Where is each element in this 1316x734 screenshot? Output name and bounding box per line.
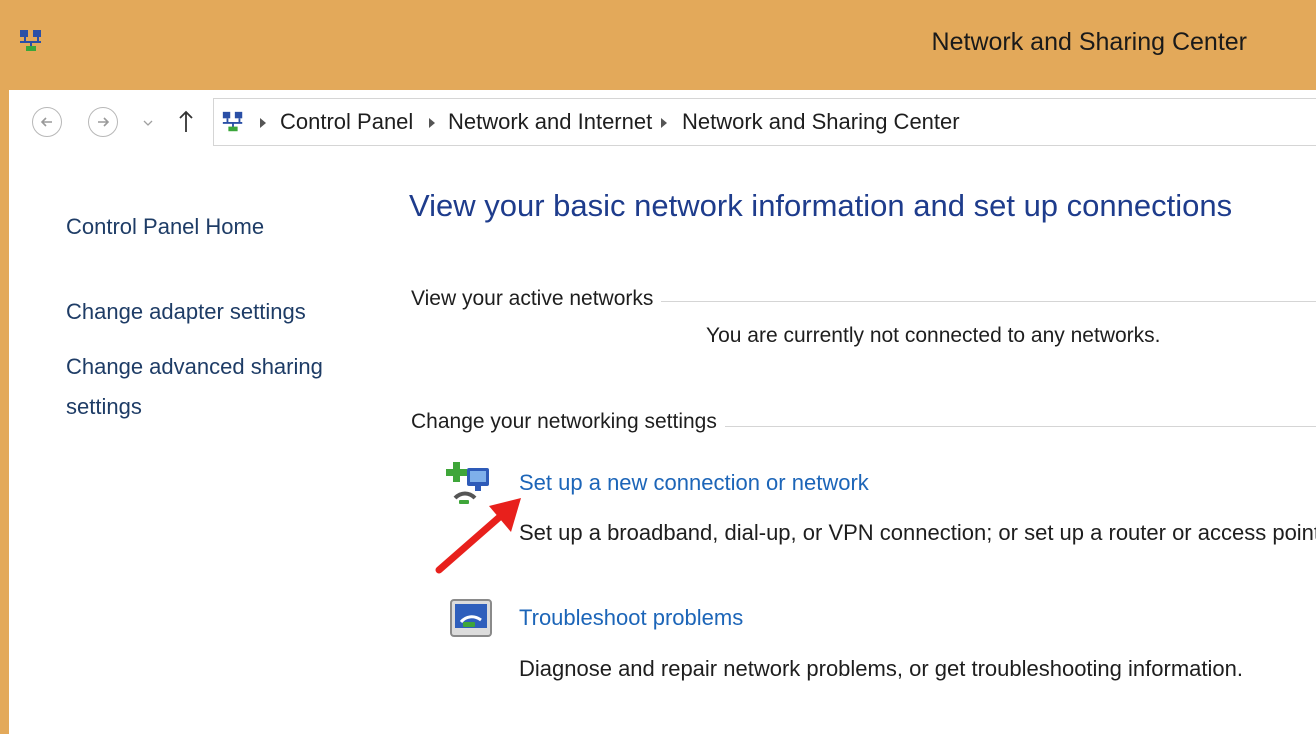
forward-arrow-icon <box>98 117 110 127</box>
back-arrow-icon <box>40 117 52 127</box>
address-field[interactable]: Control Panel Network and Internet Netwo… <box>213 98 1316 146</box>
troubleshoot-problems-description: Diagnose and repair network problems, or… <box>519 656 1243 681</box>
red-arrow-annotation <box>435 498 521 574</box>
breadcrumb-separator-icon[interactable] <box>428 117 436 129</box>
troubleshoot-problems-link[interactable]: Troubleshoot problems <box>519 605 743 631</box>
troubleshoot-icon[interactable] <box>449 598 499 648</box>
active-networks-label: View your active networks <box>411 287 662 311</box>
breadcrumb-control-panel[interactable]: Control Panel <box>280 109 413 135</box>
sidebar-item-control-panel-home[interactable]: Control Panel Home <box>66 210 264 244</box>
forward-button[interactable] <box>88 107 118 137</box>
set-up-new-connection-link[interactable]: Set up a new connection or network <box>519 470 869 496</box>
window-title: Network and Sharing Center <box>931 28 1247 56</box>
recent-locations-dropdown-icon[interactable] <box>143 118 153 128</box>
breadcrumb-network-and-sharing-center[interactable]: Network and Sharing Center <box>682 109 960 135</box>
up-arrow-icon[interactable] <box>176 108 196 134</box>
address-bar: Control Panel Network and Internet Netwo… <box>9 90 1316 156</box>
breadcrumb-network-and-internet[interactable]: Network and Internet <box>448 109 652 135</box>
sidebar-item-change-advanced-sharing-settings-continued[interactable]: settings <box>66 390 142 424</box>
network-icon <box>20 30 41 51</box>
sidebar-item-change-adapter-settings[interactable]: Change adapter settings <box>66 295 306 329</box>
network-status-text: You are currently not connected to any n… <box>706 324 1161 347</box>
network-sharing-center-window: Network and Sharing Center Control Panel… <box>0 0 1316 734</box>
back-button[interactable] <box>32 107 62 137</box>
sidebar-item-change-advanced-sharing-settings[interactable]: Change advanced sharing <box>66 350 323 384</box>
page-title: View your basic network information and … <box>409 188 1233 223</box>
network-icon <box>222 111 243 132</box>
breadcrumb-separator-icon[interactable] <box>259 117 267 129</box>
title-bar: Network and Sharing Center <box>0 0 1316 90</box>
set-up-new-connection-description: Set up a broadband, dial-up, or VPN conn… <box>519 520 1316 545</box>
breadcrumb-separator-icon[interactable] <box>660 117 668 129</box>
networking-settings-label: Change your networking settings <box>411 410 725 434</box>
